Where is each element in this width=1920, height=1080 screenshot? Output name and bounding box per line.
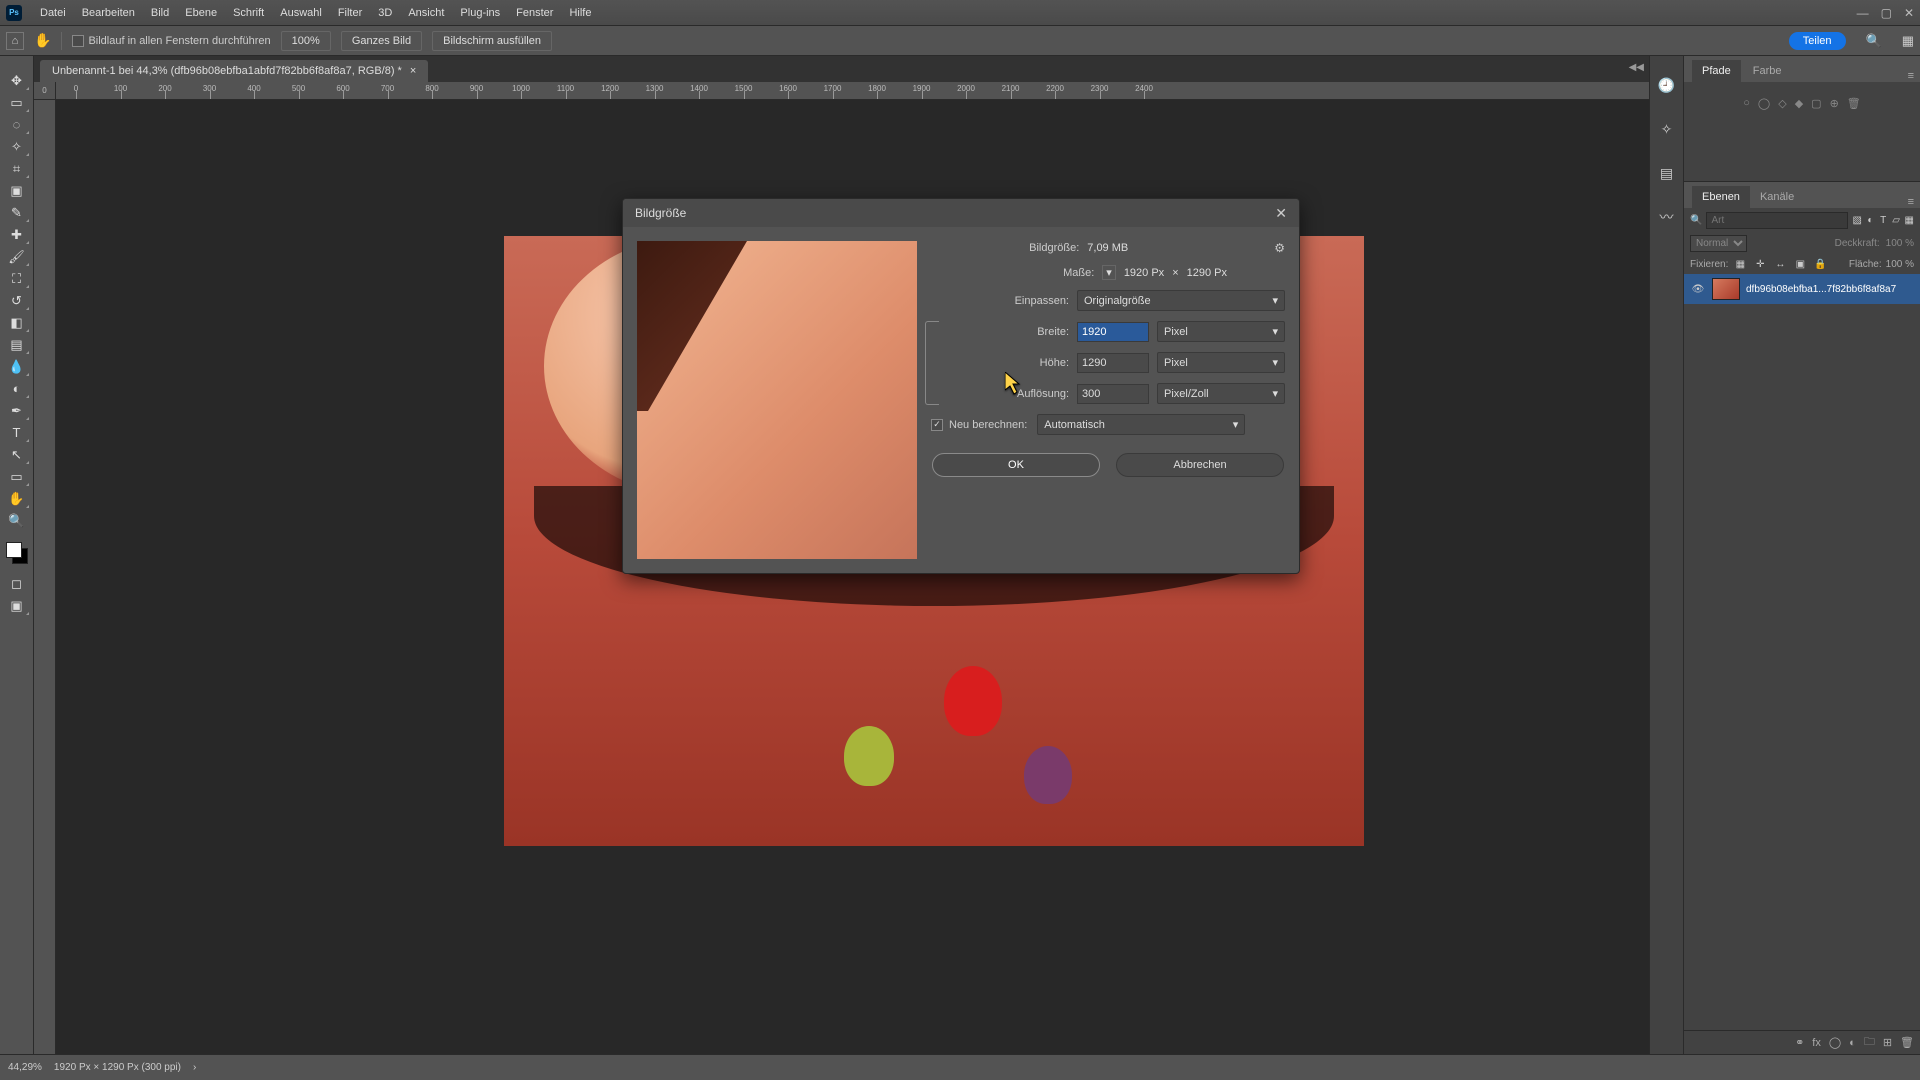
dimensions-width: 1920 Px bbox=[1124, 267, 1164, 279]
height-input[interactable] bbox=[1077, 353, 1149, 373]
cancel-button[interactable]: Abbrechen bbox=[1116, 453, 1284, 477]
image-size-value: 7,09 MB bbox=[1087, 242, 1128, 254]
dialog-preview[interactable] bbox=[637, 241, 917, 559]
ok-button[interactable]: OK bbox=[932, 453, 1100, 477]
width-unit-select[interactable]: Pixel ▾ bbox=[1157, 321, 1285, 342]
resolution-unit-value: Pixel/Zoll bbox=[1164, 388, 1209, 400]
dialog-gear-icon[interactable]: ⚙ bbox=[1274, 241, 1285, 255]
resample-label: Neu berechnen: bbox=[949, 419, 1027, 431]
image-size-label: Bildgröße: bbox=[1029, 242, 1079, 254]
dimensions-label: Maße: bbox=[1063, 267, 1094, 279]
fit-to-value: Originalgröße bbox=[1084, 295, 1151, 307]
resample-method-value: Automatisch bbox=[1044, 419, 1105, 431]
fit-to-select[interactable]: Originalgröße ▾ bbox=[1077, 290, 1285, 311]
resample-checkbox[interactable]: ✓ bbox=[931, 419, 943, 431]
image-size-dialog: Bildgröße ✕ Bildgröße: 7,09 MB ⚙ Maße: ▾… bbox=[622, 198, 1300, 574]
resolution-input[interactable] bbox=[1077, 384, 1149, 404]
height-unit-value: Pixel bbox=[1164, 357, 1188, 369]
chevron-down-icon: ▾ bbox=[1272, 356, 1278, 369]
width-label: Breite: bbox=[1037, 326, 1069, 338]
height-label: Höhe: bbox=[1040, 357, 1069, 369]
resample-method-select[interactable]: Automatisch ▾ bbox=[1037, 414, 1245, 435]
dimensions-height: 1290 Px bbox=[1187, 267, 1227, 279]
height-unit-select[interactable]: Pixel ▾ bbox=[1157, 352, 1285, 373]
width-input[interactable] bbox=[1077, 322, 1149, 342]
dimensions-times: × bbox=[1172, 267, 1178, 279]
dialog-title: Bildgröße bbox=[635, 206, 686, 220]
chevron-down-icon: ▾ bbox=[1272, 387, 1278, 400]
fit-to-label: Einpassen: bbox=[1015, 295, 1069, 307]
chevron-down-icon: ▾ bbox=[1233, 418, 1239, 431]
chevron-down-icon: ▾ bbox=[1272, 325, 1278, 338]
resolution-unit-select[interactable]: Pixel/Zoll ▾ bbox=[1157, 383, 1285, 404]
dialog-titlebar[interactable]: Bildgröße ✕ bbox=[623, 199, 1299, 227]
dimensions-dropdown-icon[interactable]: ▾ bbox=[1102, 265, 1116, 280]
dialog-close-icon[interactable]: ✕ bbox=[1275, 205, 1287, 222]
chevron-down-icon: ▾ bbox=[1272, 294, 1278, 307]
resolution-label: Auflösung: bbox=[1017, 388, 1069, 400]
width-unit-value: Pixel bbox=[1164, 326, 1188, 338]
